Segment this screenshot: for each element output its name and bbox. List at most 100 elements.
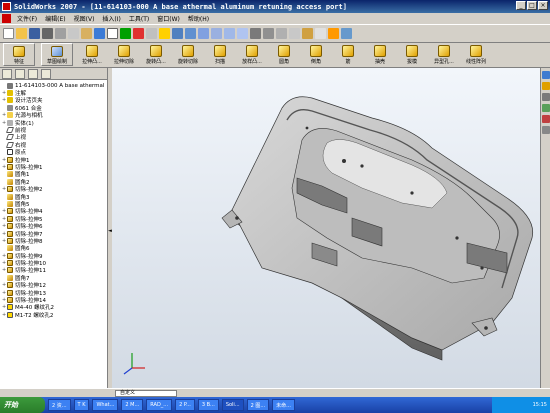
cut-icon[interactable] <box>55 28 66 39</box>
shaded-icon[interactable] <box>276 28 287 39</box>
taskbar-item[interactable]: 2 资... <box>48 399 71 411</box>
tab-property-manager[interactable] <box>15 68 25 79</box>
feat-icon <box>7 260 13 267</box>
file-explorer-icon[interactable] <box>542 93 550 101</box>
taskbar-item[interactable]: RAD_... <box>146 399 173 411</box>
part-icon <box>7 82 13 89</box>
view-orientation-icon[interactable] <box>237 28 248 39</box>
tab-configuration-manager[interactable] <box>28 68 38 79</box>
select-icon[interactable] <box>107 28 118 39</box>
paste-icon[interactable] <box>81 28 92 39</box>
taskbar-item[interactable]: 2 P... <box>175 399 195 411</box>
draft-button[interactable]: 拔模 <box>399 43 425 65</box>
feat-icon <box>7 156 13 163</box>
shell-icon <box>374 45 386 57</box>
resources-icon[interactable] <box>542 71 550 79</box>
zoom-icon[interactable] <box>198 28 209 39</box>
search-icon[interactable] <box>542 104 550 112</box>
hole-wizard-button[interactable]: 异型孔... <box>431 43 457 65</box>
revolve-cut-button[interactable]: 旋转切除 <box>175 43 201 65</box>
start-button[interactable]: 开始 <box>0 397 45 413</box>
menu-insert[interactable]: 插入(I) <box>98 14 124 23</box>
taskbar-item[interactable]: 未命... <box>272 399 295 411</box>
loft-button[interactable]: 放样凸... <box>239 43 265 65</box>
photoworks-icon[interactable] <box>328 28 339 39</box>
fillet-icon <box>7 200 13 207</box>
options-icon[interactable] <box>146 28 157 39</box>
tree-item[interactable]: + M1-T2 螺纹孔2 <box>2 311 107 319</box>
feat-icon <box>7 252 13 259</box>
sweep-icon <box>214 45 226 57</box>
section-view-icon[interactable] <box>302 28 313 39</box>
stop-icon[interactable] <box>133 28 144 39</box>
taskbar-item[interactable]: T K <box>73 399 90 411</box>
save-icon[interactable] <box>29 28 40 39</box>
help-icon[interactable] <box>159 28 170 39</box>
rib-button[interactable]: 筋 <box>335 43 361 65</box>
revolve-boss-button[interactable]: 旋转凸... <box>143 43 169 65</box>
taskbar-item[interactable]: 2 M... <box>121 399 144 411</box>
wireframe-icon[interactable] <box>250 28 261 39</box>
feat-icon <box>7 282 13 289</box>
minimize-button[interactable]: _ <box>516 1 526 10</box>
feat-icon <box>7 297 13 304</box>
fillet-icon <box>7 171 13 178</box>
chamfer-button[interactable]: 倒角 <box>303 43 329 65</box>
sketch-icon <box>51 46 63 57</box>
open-icon[interactable] <box>16 28 27 39</box>
extrude-cut-icon <box>118 45 130 57</box>
appearances-icon[interactable] <box>542 126 550 134</box>
part-model <box>123 96 534 375</box>
shell-button[interactable]: 抽壳 <box>367 43 393 65</box>
display-icon[interactable] <box>341 28 352 39</box>
plane-icon <box>5 141 15 148</box>
plane-icon <box>5 127 15 134</box>
feature-manager-panel: 11-614103-000 A base athermal + 注解 + 设计活页夹 60… <box>0 68 108 388</box>
feat-icon <box>7 230 13 237</box>
menu-edit[interactable]: 编辑(E) <box>41 14 69 23</box>
rebuild-icon[interactable] <box>120 28 131 39</box>
status-bar: 自定义 <box>0 388 550 397</box>
menu-tools[interactable]: 工具(T) <box>125 14 153 23</box>
pan-icon[interactable] <box>224 28 235 39</box>
zoom-fit-icon[interactable] <box>172 28 183 39</box>
print-icon[interactable] <box>42 28 53 39</box>
menu-view[interactable]: 视图(V) <box>70 14 99 23</box>
appearance-icon[interactable] <box>315 28 326 39</box>
zoom-area-icon[interactable] <box>185 28 196 39</box>
feat-icon <box>7 237 13 244</box>
extrude-boss-button[interactable]: 拉伸凸... <box>79 43 105 65</box>
hidden-lines-icon[interactable] <box>263 28 274 39</box>
extrude-cut-button[interactable]: 拉伸切除 <box>111 43 137 65</box>
hole-wizard-icon <box>438 45 450 57</box>
taskbar-item[interactable]: What... <box>92 399 119 411</box>
menu-help[interactable]: 帮助(H) <box>184 14 213 23</box>
sweep-button[interactable]: 扫描 <box>207 43 233 65</box>
windows-taskbar: 开始 2 资... T K What... 2 M... RAD_... 2 P… <box>0 397 550 413</box>
menu-window[interactable]: 窗口(W) <box>153 14 184 23</box>
undo-icon[interactable] <box>94 28 105 39</box>
linear-pattern-button[interactable]: 线性阵列 <box>463 43 489 65</box>
view-palette-icon[interactable] <box>542 115 550 123</box>
taskbar-item-solidworks[interactable]: Soli... <box>221 399 244 411</box>
copy-icon[interactable] <box>68 28 79 39</box>
features-tab-button[interactable]: 特征 <box>3 43 35 66</box>
sketch-tab-button[interactable]: 草图绘制 <box>41 43 73 66</box>
rotate-icon[interactable] <box>211 28 222 39</box>
tab-dimxpert[interactable] <box>41 68 51 79</box>
feat-icon <box>7 186 13 193</box>
new-icon[interactable] <box>3 28 14 39</box>
close-button[interactable]: × <box>538 1 548 10</box>
design-library-icon[interactable] <box>542 82 550 90</box>
graphics-viewport[interactable] <box>112 68 540 388</box>
fillet-icon <box>7 193 13 200</box>
taskbar-item[interactable]: 2 图... <box>246 399 270 411</box>
feat-icon <box>7 267 13 274</box>
tab-feature-manager[interactable] <box>2 68 12 79</box>
menu-file[interactable]: 文件(F) <box>13 14 41 23</box>
taskbar-item[interactable]: 3 B... <box>197 399 219 411</box>
shaded-edges-icon[interactable] <box>289 28 300 39</box>
view-selector[interactable]: 自定义 <box>115 390 177 397</box>
maximize-button[interactable]: □ <box>527 1 537 10</box>
fillet-button[interactable]: 圆角 <box>271 43 297 65</box>
